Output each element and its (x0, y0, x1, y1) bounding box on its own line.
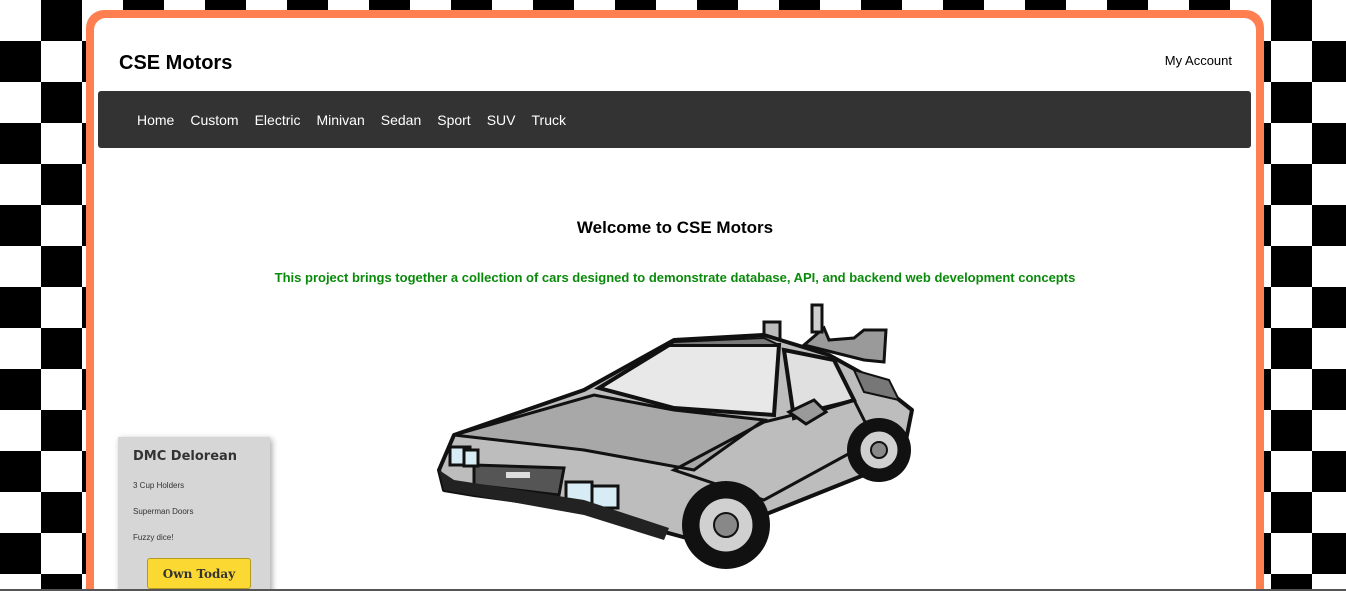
own-today-button[interactable]: Own Today (147, 558, 251, 589)
delorean-car-image (437, 303, 914, 569)
nav-item-home[interactable]: Home (137, 112, 174, 128)
welcome-heading: Welcome to CSE Motors (576, 218, 774, 237)
nav-item-minivan[interactable]: Minivan (317, 112, 365, 128)
vehicle-card-title: DMC Delorean (133, 449, 238, 464)
project-tagline: This project brings together a collectio… (274, 270, 1076, 285)
vehicle-feature: 3 Cup Holders (133, 481, 185, 490)
page-content: CSE Motors My Account Home Custom Electr… (94, 18, 1256, 591)
nav-item-sport[interactable]: Sport (437, 112, 470, 128)
page-frame: CSE Motors My Account Home Custom Electr… (86, 10, 1264, 591)
nav-item-truck[interactable]: Truck (532, 112, 566, 128)
site-name[interactable]: CSE Motors (119, 52, 232, 75)
nav-item-suv[interactable]: SUV (487, 112, 516, 128)
vehicle-feature: Superman Doors (133, 507, 194, 516)
nav-item-custom[interactable]: Custom (190, 112, 238, 128)
vehicle-feature: Fuzzy dice! (133, 533, 174, 542)
main-nav: Home Custom Electric Minivan Sedan Sport… (98, 91, 1251, 148)
my-account-link[interactable]: My Account (1165, 53, 1232, 68)
nav-item-electric[interactable]: Electric (255, 112, 301, 128)
vehicle-card: DMC Delorean 3 Cup Holders Superman Door… (118, 437, 270, 591)
nav-item-sedan[interactable]: Sedan (381, 112, 421, 128)
